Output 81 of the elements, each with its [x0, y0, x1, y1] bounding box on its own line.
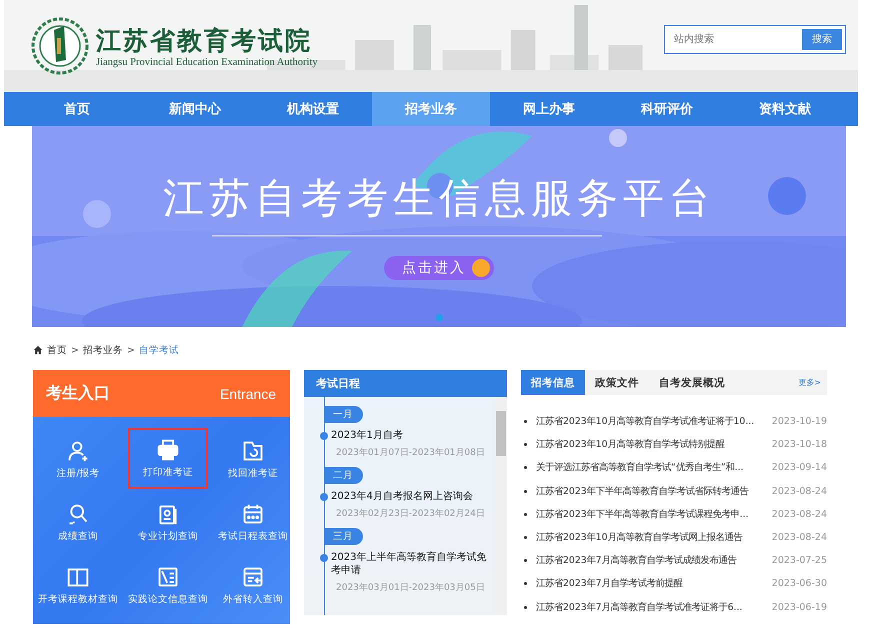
bullet-icon [524, 443, 527, 446]
more-link[interactable]: 更多> [798, 377, 821, 388]
breadcrumb-link[interactable]: 招考业务 [82, 344, 123, 356]
nav-tab[interactable]: 首页 [18, 92, 136, 126]
enter-button[interactable]: 点击进入 [384, 256, 494, 280]
news-date: 2023-07-25 [772, 555, 827, 566]
news-date: 2023-08-24 [772, 532, 827, 544]
search-button[interactable]: 搜索 [802, 28, 842, 50]
breadcrumb-separator: > [126, 344, 135, 356]
news-link[interactable]: 江苏省2023年10月高等教育自学考试准考证将于10... [536, 415, 772, 428]
news-link[interactable]: 江苏省2023年下半年高等教育自学考试省际转考通告 [536, 484, 772, 498]
nav-tab[interactable]: 资料文献 [726, 92, 844, 126]
bullet-icon [524, 559, 527, 562]
nav-tab[interactable]: 网上办事 [490, 92, 608, 126]
nav-tab[interactable]: 科研评价 [608, 92, 726, 126]
month-tag: 二月 [325, 467, 363, 484]
pen-list-icon [157, 566, 179, 588]
month-tag: 一月 [325, 406, 363, 423]
news-tab[interactable]: 招考信息 [521, 370, 585, 395]
panel-subtitle: Entrance [220, 386, 276, 402]
news-link[interactable]: 江苏省2023年10月高等教育自学考试网上报名通告 [536, 531, 772, 544]
breadcrumb-link[interactable]: 首页 [47, 344, 67, 356]
search-field[interactable]: 站内搜索 搜索 [664, 24, 846, 54]
event-dates: 2023年03月01日-2023年03月05日 [336, 582, 485, 594]
panel-title: 考试日程 [316, 376, 360, 391]
news-link[interactable]: 江苏省2023年10月高等教育自学考试特别提醒 [536, 438, 772, 452]
user-add-icon [67, 440, 89, 462]
event-title[interactable]: 2023年上半年高等教育自学考试免考申请 [331, 551, 495, 577]
event-title[interactable]: 2023年4月自考报名网上咨询会 [331, 490, 473, 503]
news-link[interactable]: 江苏省2023年7月高等教育自学考试成绩发布通告 [536, 554, 772, 568]
entry-link[interactable]: 开考课程教材查询 [36, 554, 120, 617]
entry-link[interactable]: 实践论文信息查询 [126, 554, 210, 617]
bullet-icon [524, 490, 527, 493]
nav-tab[interactable]: 招考业务 [372, 92, 490, 126]
news-date: 2023-06-19 [772, 602, 827, 613]
bullet-icon [524, 420, 527, 424]
entry-link[interactable]: 打印准考证 [128, 428, 208, 489]
nav-tab[interactable]: 新闻中心 [136, 92, 254, 126]
scrollbar[interactable] [495, 397, 507, 615]
panel-title: 考生入口 [46, 383, 110, 404]
calendar-icon [242, 502, 264, 524]
month-tag: 三月 [325, 528, 363, 545]
news-date: 2023-09-14 [772, 462, 827, 474]
news-tab[interactable]: 政策文件 [585, 370, 649, 395]
news-date: 2023-10-19 [772, 416, 827, 428]
emblem-logo-icon [30, 16, 90, 76]
event-dates: 2023年01月07日-2023年01月08日 [336, 446, 485, 459]
home-icon [33, 345, 43, 355]
bullet-icon [524, 606, 527, 609]
news-tab[interactable]: 自考发展概况 [649, 370, 735, 395]
entry-link[interactable]: 注册/报考 [36, 428, 120, 491]
news-date: 2023-06-30 [772, 578, 827, 590]
news-date: 2023-08-24 [772, 486, 827, 497]
bullet-icon [524, 582, 527, 586]
entry-link[interactable]: 成绩查询 [36, 491, 120, 554]
entry-link[interactable]: 找回准考证 [216, 428, 290, 491]
search-icon [67, 502, 89, 524]
bullet-icon [524, 512, 527, 516]
nav-tab[interactable]: 机构设置 [254, 92, 372, 126]
book-icon [67, 566, 89, 588]
bullet-icon [524, 466, 527, 470]
news-link[interactable]: 江苏省2023年7月高等教育自学考试准考证将于6... [536, 600, 772, 614]
news-date: 2023-08-24 [772, 508, 827, 520]
breadcrumb-link[interactable]: 自学考试 [138, 344, 179, 356]
news-link[interactable]: 江苏省2023年7月自学考试考前提醒 [536, 577, 772, 590]
news-link[interactable]: 江苏省2023年下半年高等教育自学考试课程免考申... [536, 508, 772, 521]
event-title[interactable]: 2023年1月自考 [331, 429, 403, 442]
document-icon [242, 440, 264, 462]
breadcrumb-separator: > [71, 344, 79, 356]
news-link[interactable]: 关于评选江苏省高等教育自学考试“优秀自考生”和... [536, 461, 772, 474]
entry-link[interactable]: 外省转入查询 [216, 554, 290, 617]
id-card-icon [157, 502, 179, 524]
bullet-icon [524, 536, 527, 540]
news-date: 2023-10-18 [772, 439, 827, 450]
entry-link[interactable]: 考试日程表查询 [216, 491, 290, 554]
site-subtitle: Jiangsu Provincial Education Examination Authority [96, 57, 318, 68]
printer-icon [157, 438, 179, 460]
entry-link[interactable]: 专业计划查询 [126, 491, 210, 554]
site-title: 江苏省教育考试院 [96, 25, 313, 57]
banner-title: 江苏自考考生信息服务平台 [163, 173, 715, 224]
event-dates: 2023年02月23日-2023年02月24日 [336, 508, 485, 520]
